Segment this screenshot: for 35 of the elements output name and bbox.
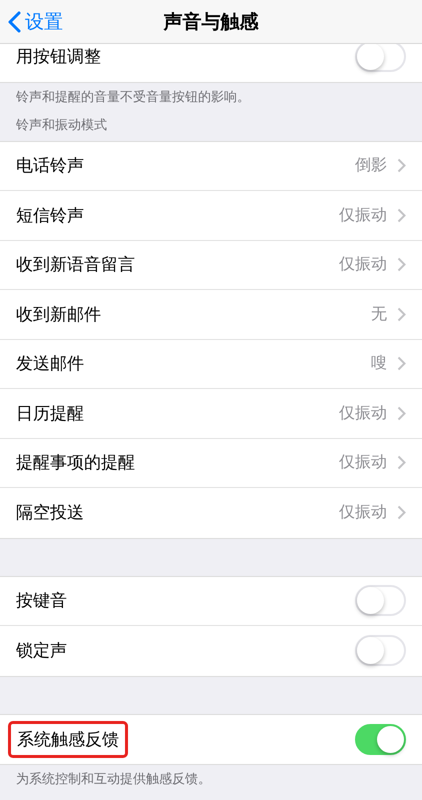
row-label: 日历提醒 bbox=[16, 402, 85, 425]
row-value: 仅振动 bbox=[339, 402, 387, 424]
highlighted-label: 系统触感反馈 bbox=[8, 720, 128, 758]
chevron-icon bbox=[397, 208, 406, 223]
row-label: 收到新语音留言 bbox=[16, 254, 136, 276]
section-footer: 铃声和提醒的音量不受音量按钮的影响。 bbox=[16, 90, 250, 104]
row-value: 仅振动 bbox=[339, 204, 387, 226]
row-label: 发送邮件 bbox=[16, 353, 85, 376]
chevron-icon bbox=[397, 455, 406, 470]
row-value: 仅振动 bbox=[339, 502, 387, 524]
section-header: 铃声和振动模式 bbox=[16, 118, 107, 132]
row-value: 仅振动 bbox=[339, 254, 387, 276]
row-label: 电话铃声 bbox=[16, 155, 85, 178]
chevron-icon bbox=[397, 406, 406, 421]
row-value: 嗖 bbox=[371, 353, 387, 374]
row-label: 用按钮调整 bbox=[16, 46, 102, 68]
row-label: 提醒事项的提醒 bbox=[16, 452, 136, 474]
chevron-icon bbox=[397, 306, 406, 322]
chevron-icon bbox=[397, 356, 406, 372]
row-value: 仅振动 bbox=[339, 452, 387, 474]
toggle-switch[interactable] bbox=[355, 724, 406, 755]
row-label: 锁定声 bbox=[16, 640, 68, 662]
nav-title: 声音与触感 bbox=[164, 10, 258, 32]
row-value: 无 bbox=[371, 304, 387, 325]
chevron-icon bbox=[397, 505, 406, 520]
row-value: 倒影 bbox=[355, 155, 387, 176]
back-button[interactable]: 设置 bbox=[0, 8, 69, 36]
row-label: 按键音 bbox=[16, 590, 68, 612]
back-chevron-icon bbox=[8, 10, 21, 32]
row-label: 短信铃声 bbox=[16, 204, 85, 227]
row-label: 收到新邮件 bbox=[16, 304, 102, 326]
chevron-icon bbox=[397, 158, 406, 174]
chevron-icon bbox=[397, 257, 406, 272]
row-label: 隔空投送 bbox=[16, 502, 85, 524]
section-footer: 为系统控制和互动提供触感反馈。 bbox=[16, 772, 211, 787]
